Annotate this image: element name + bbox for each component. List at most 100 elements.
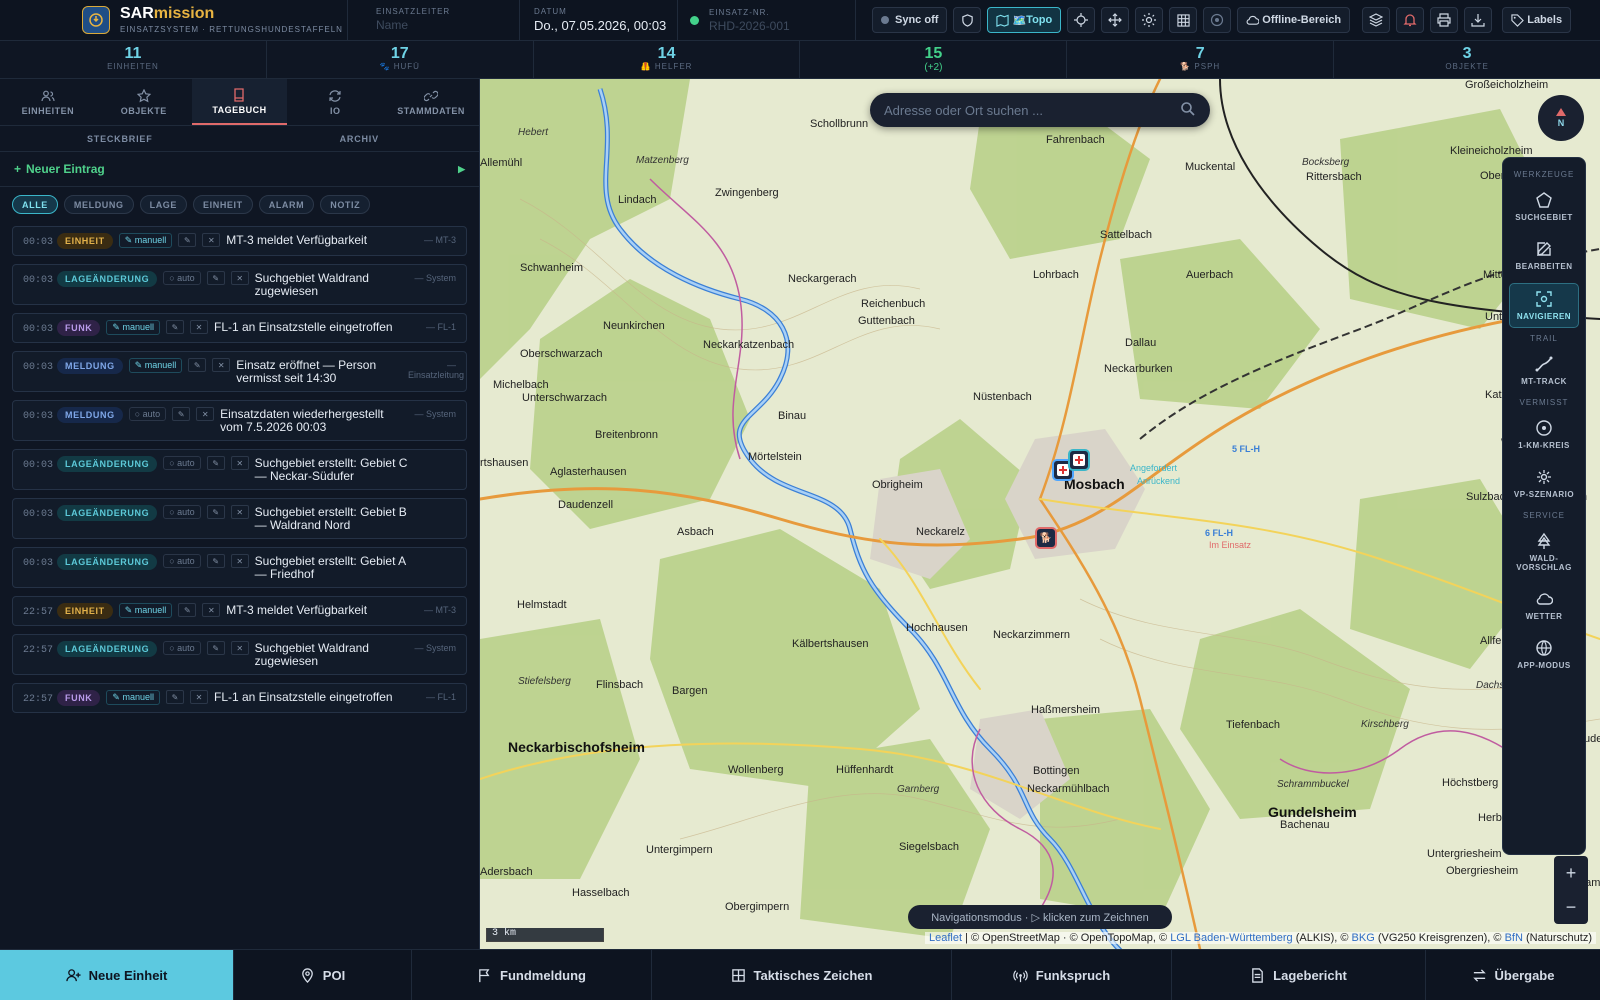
fundmeldung-button[interactable]: Fundmeldung: [412, 950, 652, 1000]
record-button[interactable]: [1203, 7, 1232, 33]
grid-button[interactable]: [1169, 7, 1198, 33]
edit-entry-button[interactable]: ✎: [206, 554, 225, 568]
log-entry[interactable]: 00:03 LAGEÄNDERUNG ○ auto ✎ ✕ Suchgebiet erst…: [12, 498, 467, 539]
einsatznr-input[interactable]: RHD-2026-001: [709, 19, 790, 33]
tool-bearbeiten[interactable]: BEARBEITEN: [1509, 234, 1579, 277]
search-icon[interactable]: [1180, 101, 1196, 120]
stat-psph[interactable]: 7 🐕 PSPH: [1067, 41, 1335, 78]
edit-entry-button[interactable]: ✎: [188, 358, 207, 372]
log-entry[interactable]: 00:03 LAGEÄNDERUNG ○ auto ✎ ✕ Suchgebiet Wald…: [12, 264, 467, 305]
delete-entry-button[interactable]: ✕: [230, 456, 249, 470]
tab-io[interactable]: IO: [287, 79, 383, 125]
compass-button[interactable]: N: [1538, 95, 1584, 141]
einsatznr-field[interactable]: EINSATZ-NR. RHD-2026-001: [678, 0, 856, 41]
log-entry[interactable]: 22:57 EINHEIT ✎ manuell ✎ ✕ MT-3 meldet Verfü…: [12, 596, 467, 626]
log-entry[interactable]: 00:03 LAGEÄNDERUNG ○ auto ✎ ✕ Suchgebiet erst…: [12, 547, 467, 588]
uebergabe-button[interactable]: Übergabe: [1426, 950, 1600, 1000]
einsatzleiter-input[interactable]: Name: [376, 18, 509, 32]
log-entry[interactable]: 00:03 EINHEIT ✎ manuell ✎ ✕ MT-3 meldet Verfü…: [12, 226, 467, 256]
new-entry-button[interactable]: + Neuer Eintrag ▶: [0, 152, 479, 187]
map-search-input[interactable]: Adresse oder Ort suchen ...: [870, 93, 1210, 127]
delete-entry-button[interactable]: ✕: [230, 271, 249, 285]
delete-entry-button[interactable]: ✕: [230, 505, 249, 519]
shield-button[interactable]: [953, 7, 982, 33]
stat-hufue[interactable]: 17 🐾 HUFÜ: [267, 41, 534, 78]
edit-entry-button[interactable]: ✎: [172, 407, 191, 421]
tool-wetter[interactable]: WETTER: [1509, 584, 1579, 627]
zoom-out-button[interactable]: −: [1566, 897, 1577, 918]
tool-suchgebiet[interactable]: SUCHGEBIET: [1509, 185, 1579, 228]
edit-entry-button[interactable]: ✎: [165, 320, 184, 334]
zoom-in-button[interactable]: +: [1566, 863, 1577, 884]
labels-button[interactable]: Labels: [1502, 7, 1572, 33]
log-entry[interactable]: 22:57 FUNK ✎ manuell ✎ ✕ FL-1 an Einsatzstell…: [12, 683, 467, 713]
edit-entry-button[interactable]: ✎: [206, 641, 225, 655]
delete-entry-button[interactable]: ✕: [202, 603, 221, 617]
tab-stammdaten[interactable]: STAMMDATEN: [383, 79, 479, 125]
taktisches-zeichen-button[interactable]: Taktisches Zeichen: [652, 950, 952, 1000]
delete-entry-button[interactable]: ✕: [230, 641, 249, 655]
brightness-button[interactable]: [1135, 7, 1164, 33]
edit-entry-button[interactable]: ✎: [178, 603, 197, 617]
lgl-link[interactable]: LGL Baden-Württemberg: [1170, 932, 1292, 944]
stat-einheiten[interactable]: 11 EINHEITEN: [0, 41, 267, 78]
topo-button[interactable]: 🗺️ Topo: [987, 7, 1062, 33]
delete-entry-button[interactable]: ✕: [189, 690, 208, 704]
filter-lage[interactable]: LAGE: [139, 195, 188, 214]
unit-marker-2[interactable]: [1068, 449, 1090, 471]
funkspruch-button[interactable]: Funkspruch: [952, 950, 1172, 1000]
alarm-button[interactable]: [1396, 7, 1425, 33]
einsatzleiter-field[interactable]: EINSATZLEITER Name: [348, 0, 520, 41]
tool-wald-vorschlag[interactable]: WALD-VORSCHLAG: [1509, 526, 1579, 578]
bkg-link[interactable]: BKG: [1352, 932, 1375, 944]
filter-notiz[interactable]: NOTIZ: [320, 195, 371, 214]
filter-einheit[interactable]: EINHEIT: [193, 195, 253, 214]
stat-gesamt[interactable]: 15 (+2): [800, 41, 1068, 78]
edit-entry-button[interactable]: ✎: [206, 456, 225, 470]
edit-entry-button[interactable]: ✎: [178, 233, 197, 247]
tool-mt-track[interactable]: MT-TRACK: [1509, 349, 1579, 392]
tool-app-modus[interactable]: APP-MODUS: [1509, 633, 1579, 676]
log-entry[interactable]: 00:03 FUNK ✎ manuell ✎ ✕ FL-1 an Einsatzstell…: [12, 313, 467, 343]
filter-meldung[interactable]: MELDUNG: [63, 195, 134, 214]
crosshair-button[interactable]: [1067, 7, 1096, 33]
edit-entry-button[interactable]: ✎: [206, 271, 225, 285]
stat-objekte[interactable]: 3 OBJEKTE: [1334, 41, 1600, 78]
layers-button[interactable]: [1362, 7, 1391, 33]
leaflet-link[interactable]: Leaflet: [929, 932, 962, 944]
delete-entry-button[interactable]: ✕: [202, 233, 221, 247]
tab-tagebuch[interactable]: TAGEBUCH: [191, 79, 288, 125]
tool-1-km-kreis[interactable]: 1-KM-KREIS: [1509, 413, 1579, 456]
delete-entry-button[interactable]: ✕: [230, 554, 249, 568]
print-button[interactable]: [1430, 7, 1459, 33]
log-entry[interactable]: 00:03 MELDUNG ○ auto ✎ ✕ Einsatzdaten wiederh…: [12, 400, 467, 441]
tool-navigieren[interactable]: NAVIGIEREN: [1509, 283, 1579, 328]
download-button[interactable]: [1464, 7, 1493, 33]
bfn-link[interactable]: BfN: [1505, 932, 1523, 944]
subtab-steckbrief[interactable]: STECKBRIEF: [0, 126, 240, 151]
log-entry[interactable]: 22:57 LAGEÄNDERUNG ○ auto ✎ ✕ Suchgebiet Wald…: [12, 634, 467, 675]
edit-entry-button[interactable]: ✎: [165, 690, 184, 704]
log-entry[interactable]: 00:03 LAGEÄNDERUNG ○ auto ✎ ✕ Suchgebiet erst…: [12, 449, 467, 490]
filter-alarm[interactable]: ALARM: [258, 195, 315, 214]
stat-helfer[interactable]: 14 🦺 HELFER: [534, 41, 801, 78]
edit-entry-button[interactable]: ✎: [206, 505, 225, 519]
poi-button[interactable]: POI: [234, 950, 412, 1000]
delete-entry-button[interactable]: ✕: [189, 320, 208, 334]
tool-vp-szenario[interactable]: VP-SZENARIO: [1509, 462, 1579, 505]
map-view[interactable]: Hebert Matzenberg Schollbrunn Fahrenbach Muc…: [480, 79, 1600, 949]
lagebericht-button[interactable]: Lagebericht: [1172, 950, 1426, 1000]
offline-button[interactable]: Offline-Bereich: [1237, 7, 1351, 33]
subtab-archiv[interactable]: ARCHIV: [240, 126, 480, 151]
delete-entry-button[interactable]: ✕: [196, 407, 215, 421]
neue-einheit-button[interactable]: Neue Einheit: [0, 950, 234, 1000]
log-entry-list[interactable]: 00:03 EINHEIT ✎ manuell ✎ ✕ MT-3 meldet Verfü…: [0, 221, 479, 926]
unit-marker-3[interactable]: 🐕: [1035, 527, 1057, 549]
tab-objekte[interactable]: OBJEKTE: [96, 79, 192, 125]
sync-button[interactable]: Sync off: [872, 7, 948, 33]
delete-entry-button[interactable]: ✕: [212, 358, 231, 372]
filter-alle[interactable]: ALLE: [12, 195, 58, 214]
log-entry[interactable]: 00:03 MELDUNG ✎ manuell ✎ ✕ Einsatz eröffnet …: [12, 351, 467, 392]
tab-einheiten[interactable]: EINHEITEN: [0, 79, 96, 125]
move-button[interactable]: [1101, 7, 1130, 33]
